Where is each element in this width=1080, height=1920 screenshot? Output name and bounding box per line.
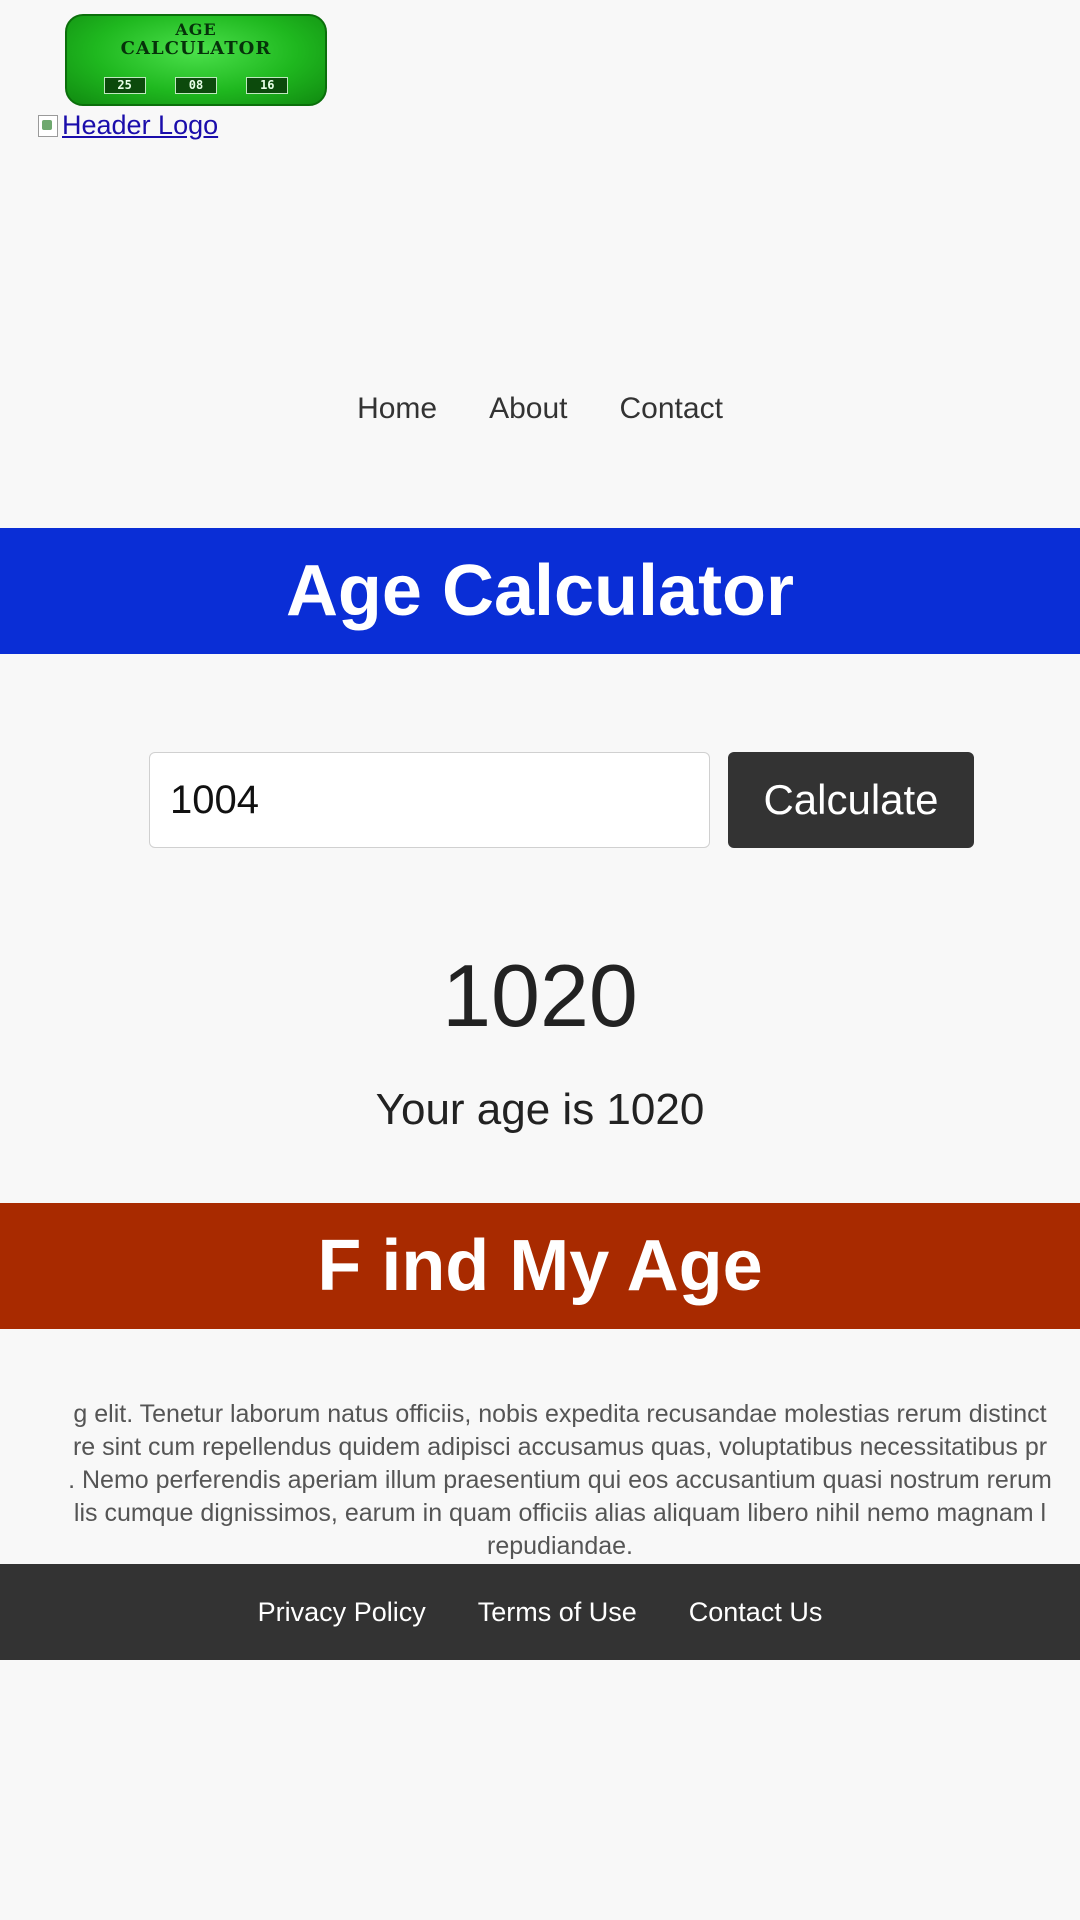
age-form: Calculate	[149, 752, 974, 848]
description-line: . Nemo perferendis aperiam illum praesen…	[68, 1466, 1052, 1494]
age-calculator-banner: Age Calculator	[0, 528, 1080, 654]
calculate-button[interactable]: Calculate	[728, 752, 974, 848]
main-nav: Home About Contact	[0, 392, 1080, 426]
footer-contact-us[interactable]: Contact Us	[689, 1597, 823, 1628]
broken-image-icon	[38, 114, 58, 137]
logo-cell: 08	[174, 68, 217, 94]
logo-cell-number: 16	[246, 77, 289, 94]
nav-home[interactable]: Home	[357, 392, 437, 426]
age-calculator-logo: AGE CALCULATOR 25 08 16	[65, 14, 327, 106]
logo-cell: 25	[103, 68, 146, 94]
banner-title: Age Calculator	[285, 551, 795, 631]
find-my-age-banner: F ind My Age	[0, 1203, 1080, 1329]
nav-contact[interactable]: Contact	[620, 392, 723, 426]
logo-line-1: AGE	[175, 20, 217, 39]
description-line: re sint cum repellendus quidem adipisci …	[72, 1433, 1048, 1461]
header-logo-alt-text: Header Logo	[62, 110, 219, 140]
description-line: g elit. Tenetur laborum natus officiis, …	[73, 1400, 1047, 1428]
result-text: Your age is 1020	[375, 1085, 705, 1134]
description-line: lis cumque dignissimos, earum in quam of…	[73, 1499, 1047, 1527]
logo-boxes: 25 08 16	[67, 68, 325, 94]
description-text: g elit. Tenetur laborum natus officiis, …	[0, 1398, 1080, 1563]
logo-cell-number: 25	[103, 77, 146, 94]
footer-privacy-policy[interactable]: Privacy Policy	[258, 1597, 426, 1628]
footer-terms-of-use[interactable]: Terms of Use	[478, 1597, 637, 1628]
logo-cell-number: 08	[174, 77, 217, 94]
result-value: 1020	[442, 946, 638, 1045]
description-line: repudiandae.	[487, 1532, 633, 1560]
footer: Privacy Policy Terms of Use Contact Us	[0, 1564, 1080, 1660]
logo-cell: 16	[246, 68, 289, 94]
nav-about[interactable]: About	[489, 392, 567, 426]
logo-line-2: CALCULATOR	[120, 38, 272, 59]
header-logo-link[interactable]: Header Logo	[38, 110, 218, 141]
age-input[interactable]	[149, 752, 710, 848]
find-my-age-title: F ind My Age	[317, 1226, 763, 1306]
page: AGE CALCULATOR 25 08 16 Header Logo Home…	[0, 0, 1080, 1920]
